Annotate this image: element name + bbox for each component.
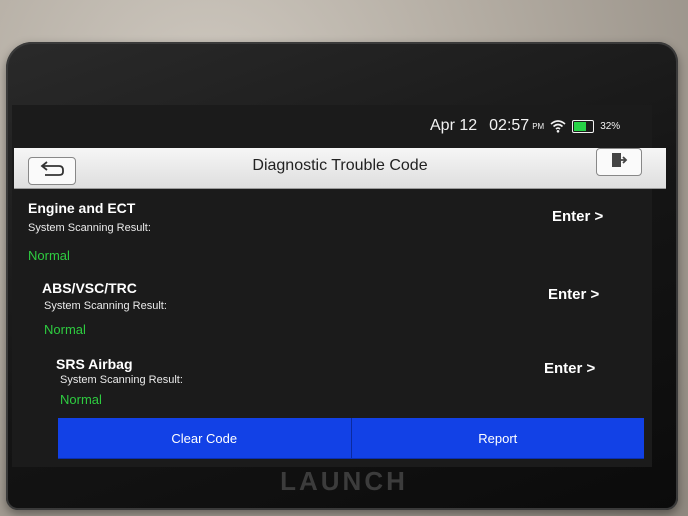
system-status: Normal [60,392,102,407]
title-bar: Diagnostic Trouble Code [14,148,666,189]
report-button[interactable]: Report [352,418,645,458]
system-subtitle: System Scanning Result: [60,374,183,386]
enter-button[interactable]: Enter > [548,286,599,303]
status-bar: Apr 12 02:57 PM 32% [430,113,670,139]
system-name: ABS/VSC/TRC [42,280,137,296]
brand-logo: LAUNCH [280,466,408,496]
system-name: SRS Airbag [56,356,133,372]
list-item: Engine and ECT System Scanning Result: N… [14,194,666,266]
system-list: Engine and ECT System Scanning Result: N… [14,190,666,420]
battery-percent: 32% [600,120,621,132]
system-name: Engine and ECT [28,200,136,216]
system-subtitle: System Scanning Result: [44,300,167,312]
status-time: 02:57 [489,117,530,134]
list-item: ABS/VSC/TRC System Scanning Result: Norm… [14,276,666,348]
exit-button[interactable] [596,148,642,176]
system-status: Normal [44,322,86,337]
clear-code-button[interactable]: Clear Code [58,418,352,458]
battery-fill [574,121,587,131]
list-item: SRS Airbag System Scanning Result: Norma… [14,350,666,422]
wifi-icon [550,119,566,133]
battery-icon [572,119,595,133]
status-date: Apr 12 [430,117,478,134]
system-status: Normal [28,248,70,263]
enter-button[interactable]: Enter > [544,360,595,377]
system-subtitle: System Scanning Result: [28,222,151,234]
status-ampm: PM [532,121,545,131]
action-bar: Clear Code Report [58,418,644,458]
enter-button[interactable]: Enter > [552,208,603,225]
page-title: Diagnostic Trouble Code [252,157,428,174]
exit-icon [610,151,628,174]
